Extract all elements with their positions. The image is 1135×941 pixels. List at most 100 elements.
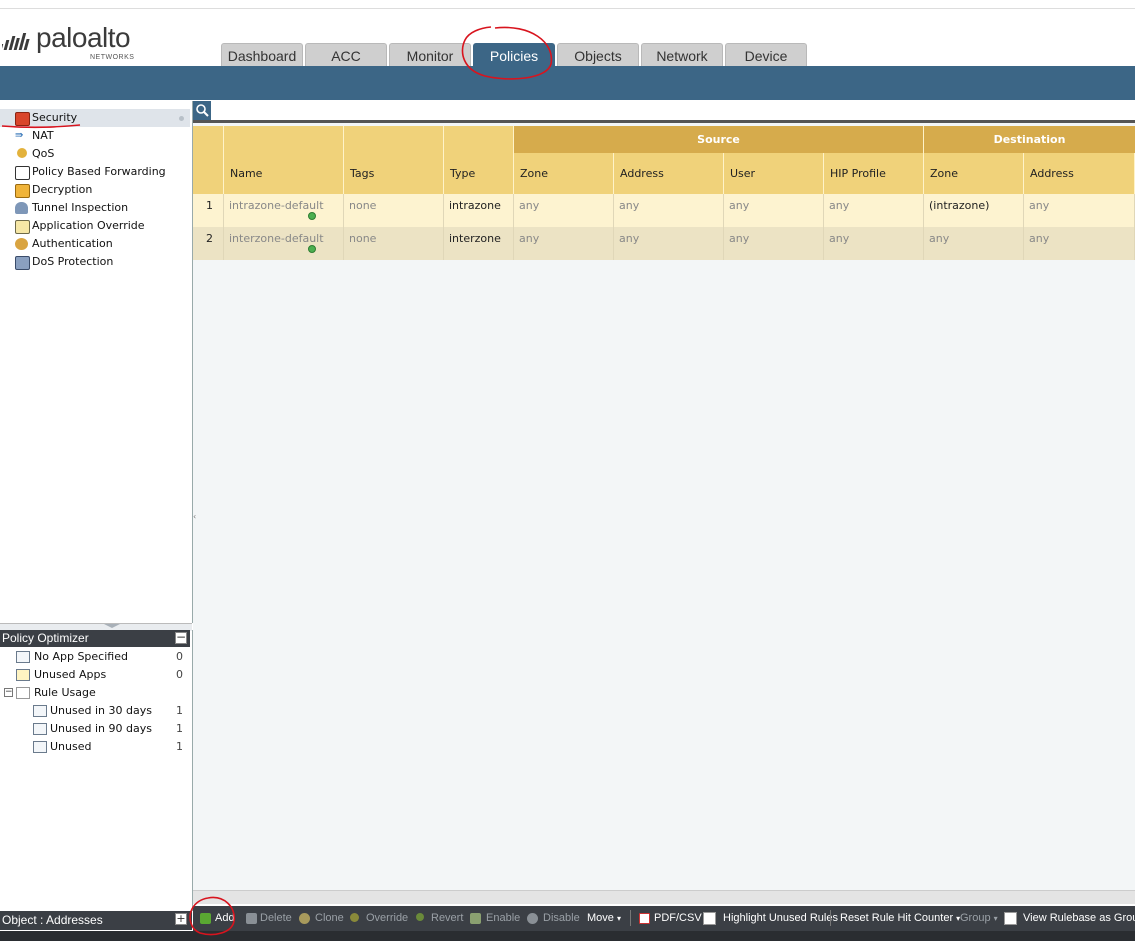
annotation-circle-add: [189, 896, 235, 936]
column-header-name[interactable]: Name: [224, 153, 344, 194]
tab-network[interactable]: Network: [641, 43, 723, 66]
revert-button[interactable]: Revert: [431, 906, 463, 931]
table-row[interactable]: 2 interzone-default none interzone any a…: [193, 227, 1135, 260]
sidebar-item-authentication[interactable]: Authentication: [0, 235, 190, 253]
source-group-header: Source: [514, 126, 924, 153]
app-override-icon: [15, 220, 30, 234]
disable-icon: [527, 913, 538, 924]
optimizer-unused-90-days[interactable]: Unused in 90 days: [50, 720, 152, 738]
clone-icon: [299, 913, 310, 924]
pbf-icon: [15, 166, 30, 180]
rule-destination-zone: any: [924, 227, 1024, 260]
delete-icon: [246, 913, 257, 924]
optimizer-unused-apps[interactable]: Unused Apps: [34, 666, 106, 684]
lock-icon: [15, 184, 30, 198]
group-dropdown[interactable]: Group ▾: [960, 906, 998, 931]
sidebar-item-dos-protection[interactable]: DoS Protection: [0, 253, 190, 271]
status-footer: [0, 931, 1135, 941]
move-dropdown[interactable]: Move ▾: [587, 906, 621, 931]
tab-device[interactable]: Device: [725, 43, 807, 66]
rule-source-address: any: [614, 227, 724, 260]
search-icon[interactable]: [193, 101, 211, 120]
optimizer-count: 1: [176, 704, 183, 717]
override-button[interactable]: Override: [366, 906, 408, 931]
header-filler: [444, 126, 514, 153]
header-filler: [193, 126, 224, 153]
rule-destination-address: any: [1024, 227, 1135, 260]
header-filler: [224, 126, 344, 153]
override-icon: [350, 913, 359, 922]
annotation-underline: [1, 124, 81, 129]
column-header-type[interactable]: Type: [444, 153, 514, 194]
highlight-unused-label[interactable]: Highlight Unused Rules: [723, 906, 838, 931]
optimizer-unused[interactable]: Unused: [50, 738, 91, 756]
rule-tags: none: [344, 194, 444, 227]
rule-source-zone: any: [514, 227, 614, 260]
column-header-source-zone[interactable]: Zone: [514, 153, 614, 194]
sidebar-item-tunnel-inspection[interactable]: Tunnel Inspection: [0, 199, 190, 217]
optimizer-rule-usage[interactable]: Rule Usage: [34, 684, 96, 702]
column-header-source-address[interactable]: Address: [614, 153, 724, 194]
optimizer-unused-30-days[interactable]: Unused in 30 days: [50, 702, 152, 720]
tree-collapse-icon[interactable]: −: [4, 688, 13, 697]
delete-button[interactable]: Delete: [260, 906, 292, 931]
column-header-destination-address[interactable]: Address: [1024, 153, 1135, 194]
tab-acc[interactable]: ACC: [305, 43, 387, 66]
search-input[interactable]: [193, 101, 1135, 123]
warning-icon: [16, 669, 30, 681]
optimizer-count: 1: [176, 740, 183, 753]
separator: [830, 910, 831, 926]
rule-name[interactable]: interzone-default: [224, 227, 344, 260]
rule-name[interactable]: intrazone-default: [224, 194, 344, 227]
reset-hit-counter-dropdown[interactable]: Reset Rule Hit Counter ▾: [840, 906, 960, 931]
sidebar-item-application-override[interactable]: Application Override: [0, 217, 190, 235]
rule-source-address: any: [614, 194, 724, 227]
rule-number: 1: [193, 194, 224, 227]
optimizer-no-app-specified[interactable]: No App Specified: [34, 648, 128, 666]
tab-dashboard[interactable]: Dashboard: [221, 43, 303, 66]
column-header-destination-zone[interactable]: Zone: [924, 153, 1024, 194]
status-icon: [308, 212, 316, 220]
chart-icon: [16, 687, 30, 699]
enable-icon: [470, 913, 481, 924]
optimizer-count: 0: [176, 668, 183, 681]
horizontal-scrollbar[interactable]: [193, 890, 1135, 904]
column-header-tags[interactable]: Tags: [344, 153, 444, 194]
view-rulebase-groups-label[interactable]: View Rulebase as Groups: [1023, 906, 1135, 931]
top-strip: [0, 0, 1135, 9]
table-row[interactable]: 1 intrazone-default none intrazone any a…: [193, 194, 1135, 227]
list-icon: [33, 705, 47, 717]
tunnel-icon: [15, 202, 28, 214]
tab-objects[interactable]: Objects: [557, 43, 639, 66]
enable-button[interactable]: Enable: [486, 906, 520, 931]
clone-button[interactable]: Clone: [315, 906, 344, 931]
policy-optimizer-header: Policy Optimizer: [0, 630, 190, 647]
chevron-down-icon: ▾: [616, 914, 621, 923]
column-header-hip-profile[interactable]: HIP Profile: [824, 153, 924, 194]
logo-subtext: NETWORKS: [90, 54, 135, 61]
annotation-circle-policies: [461, 26, 553, 80]
paloalto-logo: paloalto NETWORKS: [0, 22, 152, 66]
status-icon: [308, 245, 316, 253]
rule-tags: none: [344, 227, 444, 260]
logo-mark-icon: [0, 30, 34, 52]
rule-number: 2: [193, 227, 224, 260]
rule-destination-address: any: [1024, 194, 1135, 227]
disable-button[interactable]: Disable: [543, 906, 580, 931]
collapse-left-icon[interactable]: ‹: [193, 512, 198, 521]
collapse-icon[interactable]: −: [175, 631, 187, 644]
sidebar-item-policy-based-forwarding[interactable]: Policy Based Forwarding: [0, 163, 190, 181]
rule-source-zone: any: [514, 194, 614, 227]
pdf-csv-button[interactable]: PDF/CSV: [654, 906, 702, 931]
qos-icon: [17, 148, 27, 158]
separator: [630, 910, 631, 926]
rule-source-user: any: [724, 194, 824, 227]
revert-icon: [416, 913, 424, 921]
highlight-unused-checkbox[interactable]: [703, 912, 716, 925]
sidebar-item-decryption[interactable]: Decryption: [0, 181, 190, 199]
policy-sidebar: Security ⇛ NAT QoS Policy Based Forwardi…: [0, 101, 193, 623]
column-header-source-user[interactable]: User: [724, 153, 824, 194]
rule-hip-profile: any: [824, 194, 924, 227]
view-groups-checkbox[interactable]: [1004, 912, 1017, 925]
sidebar-item-qos[interactable]: QoS: [0, 145, 190, 163]
